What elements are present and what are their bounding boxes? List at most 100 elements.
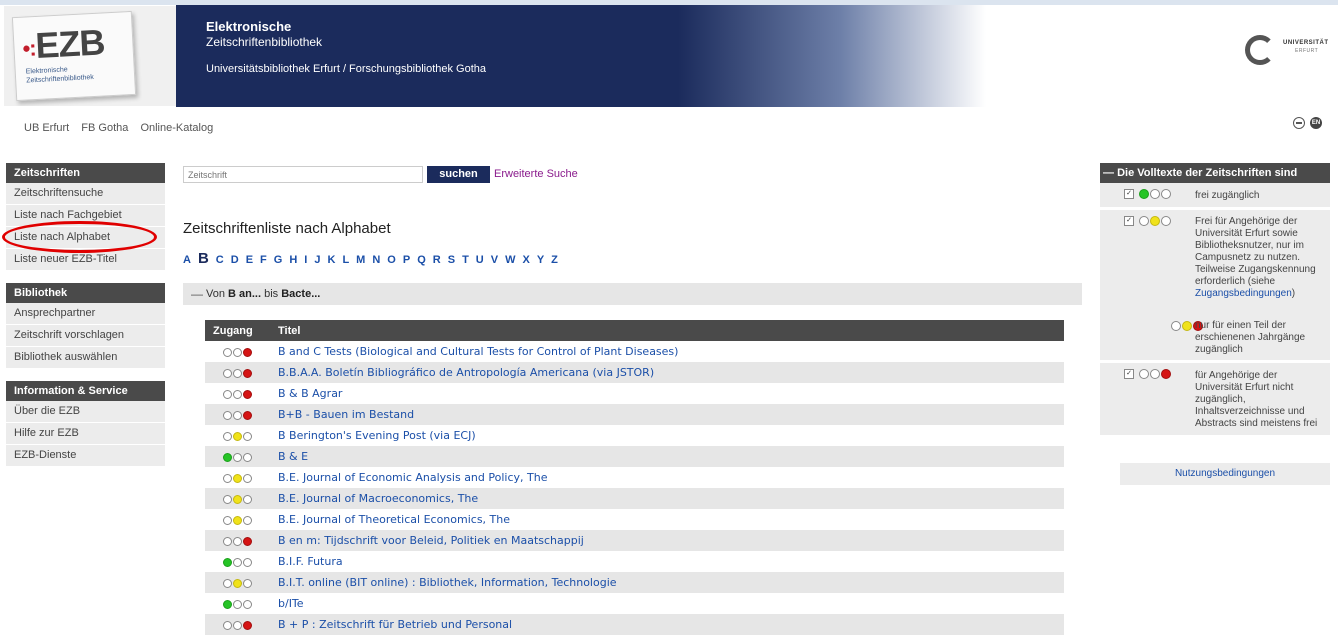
access-dot-off-icon [233,536,242,546]
alphabet-letter-v[interactable]: V [491,254,498,266]
ezb-logo-subtitle: Elektronische Zeitschriftenbibliothek [25,66,95,85]
journal-title-link[interactable]: B.E. Journal of Macroeconomics, The [270,488,1064,509]
journal-title-link[interactable]: B.I.T. online (BIT online) : Bibliothek,… [270,572,1064,593]
alphabet-letter-g[interactable]: G [274,254,283,266]
alphabet-letter-x[interactable]: X [522,254,529,266]
sidebar-item-liste-neuer-titel[interactable]: Liste neuer EZB-Titel [6,249,165,271]
legend-green-dots [1138,188,1171,200]
alphabet-letter-k[interactable]: K [327,254,335,266]
page-title: Zeitschriftenliste nach Alphabet [183,220,391,237]
advanced-search-link[interactable]: Erweiterte Suche [494,168,578,180]
sidebar-item-bibliothek-auswaehlen[interactable]: Bibliothek auswählen [6,347,165,369]
access-indicator [205,614,270,635]
alphabet-letter-p[interactable]: P [403,254,410,266]
journal-title-link[interactable]: B Berington's Evening Post (via ECJ) [270,425,1064,446]
access-dot-off-icon [233,599,242,609]
header: •:EZB Elektronische Zeitschriftenbiblioth… [0,0,1338,107]
nav-fb-gotha[interactable]: FB Gotha [81,122,128,134]
access-dot-off-icon [223,473,232,483]
ezb-logo-card: •:EZB Elektronische Zeitschriftenbiblioth… [11,10,137,102]
alphabet-letter-q[interactable]: Q [417,254,426,266]
sidebar-item-hilfe-ezb[interactable]: Hilfe zur EZB [6,423,165,445]
alphabet-letter-w[interactable]: W [505,254,515,266]
legend-collapse-icon[interactable]: — [1103,167,1114,179]
alphabet-letter-h[interactable]: H [289,254,297,266]
journal-title-link[interactable]: B & E [270,446,1064,467]
alphabet-letter-e[interactable]: E [246,254,253,266]
journal-title-link[interactable]: B.B.A.A. Boletín Bibliográfico de Antrop… [270,362,1064,383]
legend-green-checkbox[interactable]: ✓ [1124,189,1134,199]
university-logo[interactable]: UNIVERSITÄT ERFURT [1245,35,1335,75]
alphabet-letter-c[interactable]: C [216,254,224,266]
access-dot-yellow-icon [233,515,242,525]
sidebar-item-zeitschrift-vorschlagen[interactable]: Zeitschrift vorschlagen [6,325,165,347]
column-header-titel: Titel [270,320,1064,341]
journal-title-link[interactable]: B.E. Journal of Theoretical Economics, T… [270,509,1064,530]
nav-ub-erfurt[interactable]: UB Erfurt [24,122,69,134]
legend-red-checkbox[interactable]: ✓ [1124,369,1134,379]
sidebar-heading-information-service: Information & Service [6,381,165,401]
header-banner: Elektronische Zeitschriftenbibliothek Un… [176,5,986,107]
access-dot-off-icon [243,494,252,504]
sidebar-item-ueber-ezb[interactable]: Über die EZB [6,401,165,423]
ezb-logo[interactable]: •:EZB Elektronische Zeitschriftenbiblioth… [4,6,176,106]
alphabet-letter-r[interactable]: R [433,254,441,266]
access-indicator [205,341,270,362]
alphabet-letter-a[interactable]: A [183,254,191,266]
language-de-icon[interactable] [1293,117,1305,130]
journal-title-link[interactable]: B en m: Tijdschrift voor Beleid, Politie… [270,530,1064,551]
journal-title-link[interactable]: b/ITe [270,593,1064,614]
access-dot-off-icon [233,620,242,630]
alphabet-nav: ABCDEFGHIJKLMNOPQRSTUVWXYZ [183,250,565,267]
alphabet-letter-n[interactable]: N [372,254,380,266]
alphabet-letter-t[interactable]: T [462,254,469,266]
alphabet-letter-m[interactable]: M [356,254,365,266]
legend-yellow-checkbox[interactable]: ✓ [1124,216,1134,226]
language-en-icon[interactable]: EN [1310,117,1323,130]
terms-of-use-link[interactable]: Nutzungsbedingungen [1120,463,1330,485]
sidebar-item-liste-fachgebiet[interactable]: Liste nach Fachgebiet [6,205,165,227]
journal-table-body: B and C Tests (Biological and Cultural T… [205,341,1064,635]
access-indicator [205,530,270,551]
access-conditions-link[interactable]: Zugangsbedingungen [1195,288,1292,299]
access-legend: — Die Volltexte der Zeitschriften sind ✓… [1100,163,1330,438]
sidebar-item-liste-alphabet[interactable]: Liste nach Alphabet [6,227,165,249]
access-dot-off-icon [223,431,232,441]
search-button[interactable]: suchen [427,166,490,183]
alphabet-letter-f[interactable]: F [260,254,267,266]
alphabet-letter-d[interactable]: D [231,254,239,266]
alphabet-letter-y[interactable]: Y [537,254,544,266]
journal-title-link[interactable]: B + P : Zeitschrift für Betrieb und Pers… [270,614,1064,635]
journal-title-link[interactable]: B and C Tests (Biological and Cultural T… [270,341,1064,362]
table-row: B & B Agrar [205,383,1064,404]
alphabet-letter-j[interactable]: J [314,254,320,266]
access-dot-off-icon [243,515,252,525]
access-indicator [205,488,270,509]
table-row: B en m: Tijdschrift voor Beleid, Politie… [205,530,1064,551]
alphabet-letter-l[interactable]: L [342,254,349,266]
logo-dots-icon: •: [21,35,37,62]
collapse-icon[interactable]: — [191,283,203,305]
sidebar-item-ansprechpartner[interactable]: Ansprechpartner [6,303,165,325]
alphabet-letter-u[interactable]: U [476,254,484,266]
alphabet-letter-i[interactable]: I [304,254,307,266]
access-indicator [205,593,270,614]
alphabet-letter-s[interactable]: S [448,254,455,266]
range-bar[interactable]: — Von B an... bis Bacte... [183,283,1082,305]
journal-title-link[interactable]: B+B - Bauen im Bestand [270,404,1064,425]
journal-title-link[interactable]: B.E. Journal of Economic Analysis and Po… [270,467,1064,488]
journal-title-link[interactable]: B & B Agrar [270,383,1064,404]
access-dot-green-icon [223,452,232,462]
alphabet-letter-b[interactable]: B [198,250,209,267]
journal-title-link[interactable]: B.I.F. Futura [270,551,1064,572]
sidebar-item-zeitschriftensuche[interactable]: Zeitschriftensuche [6,183,165,205]
legend-green-text: frei zugänglich [1195,190,1260,201]
alphabet-letter-o[interactable]: O [387,254,396,266]
sidebar-item-ezb-dienste[interactable]: EZB-Dienste [6,445,165,467]
banner-title-line2: Zeitschriftenbibliothek [206,35,323,49]
search-input[interactable] [183,166,423,183]
nav-online-katalog[interactable]: Online-Katalog [140,122,213,134]
alphabet-letter-z[interactable]: Z [551,254,558,266]
